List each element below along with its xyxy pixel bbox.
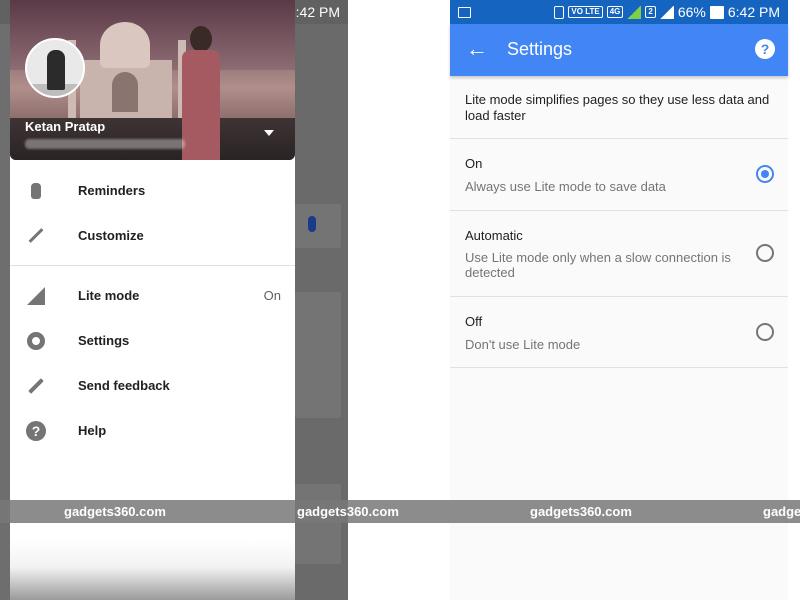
option-subtitle: Always use Lite mode to save data xyxy=(465,179,666,194)
status-icons: VO LTE 4G 2 66% 6:42 PM xyxy=(554,4,780,20)
header-photo-person xyxy=(180,26,220,160)
radio-automatic[interactable] xyxy=(756,244,774,262)
screenshot-root: VO LTE 4G 2 66% 6:42 PM xyxy=(0,0,800,600)
help-icon[interactable]: ? xyxy=(755,39,775,59)
watermark-text: gadge xyxy=(763,504,800,519)
menu-item-label: Help xyxy=(78,423,107,438)
lite-mode-description: Lite mode simplifies pages so they use l… xyxy=(465,92,770,123)
account-header[interactable]: Ketan Pratap xyxy=(10,0,295,160)
help-icon: ? xyxy=(26,420,46,441)
option-title: Automatic xyxy=(465,228,523,243)
watermark-text: gadgets360.com xyxy=(530,504,632,519)
watermark-strip: gadgets360.com gadgets360.com gadgets360… xyxy=(0,500,800,523)
menu-item-send-feedback[interactable]: Send feedback xyxy=(10,363,295,408)
watermark-text: gadgets360.com xyxy=(297,504,399,519)
background-search-card xyxy=(295,204,341,248)
vibrate-icon xyxy=(554,5,565,19)
menu-item-settings[interactable]: Settings xyxy=(10,318,295,363)
option-subtitle: Use Lite mode only when a slow connectio… xyxy=(465,250,731,280)
account-email-blurred xyxy=(25,139,185,149)
battery-percent: 66% xyxy=(677,4,706,20)
status-bar: VO LTE 4G 2 66% 6:42 PM xyxy=(450,0,788,24)
menu-item-help[interactable]: ? Help xyxy=(10,408,295,453)
network-type-icon: 4G xyxy=(606,6,624,18)
header-photo xyxy=(100,22,150,68)
account-name: Ketan Pratap xyxy=(25,119,106,134)
watermark-text: gadgets360.com xyxy=(64,504,166,519)
mic-icon xyxy=(308,216,316,232)
divider xyxy=(450,367,788,368)
gear-icon xyxy=(26,331,46,351)
option-subtitle: Don't use Lite mode xyxy=(465,337,581,352)
gallery-notification-icon xyxy=(458,6,471,18)
chevron-down-icon[interactable] xyxy=(264,130,274,136)
app-bar: ← Settings ? xyxy=(450,24,788,76)
menu-item-customize[interactable]: Customize xyxy=(10,213,295,258)
reminders-icon xyxy=(26,181,46,201)
lite-mode-icon xyxy=(26,286,46,306)
menu-divider xyxy=(10,265,295,266)
menu-item-lite-mode[interactable]: Lite mode On xyxy=(10,273,295,318)
radio-on[interactable] xyxy=(756,165,774,183)
option-title: On xyxy=(465,156,483,171)
customize-wand-icon xyxy=(26,226,46,246)
option-on[interactable]: On Always use Lite mode to save data xyxy=(450,139,788,210)
menu-item-label: Reminders xyxy=(78,183,146,198)
arrow-back-icon[interactable]: ← xyxy=(466,38,490,62)
menu-item-label: Send feedback xyxy=(78,378,170,393)
radio-off[interactable] xyxy=(756,323,774,341)
sim2-icon: 2 xyxy=(645,6,656,18)
battery-icon xyxy=(709,5,724,19)
background-card xyxy=(295,484,341,564)
pencil-icon xyxy=(26,376,46,396)
drawer-bottom xyxy=(10,540,295,600)
volte-icon: VO LTE xyxy=(568,6,603,18)
lite-mode-status: On xyxy=(263,288,281,303)
signal-icon xyxy=(659,5,674,19)
menu-item-label: Customize xyxy=(78,228,144,243)
signal-icon xyxy=(627,5,642,19)
drawer-menu: Reminders Customize Lite mode On Setting… xyxy=(10,160,295,453)
clock: 6:42 PM xyxy=(727,4,780,20)
menu-item-reminders[interactable]: Reminders xyxy=(10,168,295,213)
menu-item-label: Lite mode xyxy=(78,288,140,303)
menu-item-label: Settings xyxy=(78,333,130,348)
page-title: Settings xyxy=(507,39,573,59)
option-title: Off xyxy=(465,314,483,329)
clock: 6:42 PM xyxy=(287,4,340,20)
option-off[interactable]: Off Don't use Lite mode xyxy=(450,297,788,367)
background-card xyxy=(295,292,341,418)
header-photo xyxy=(112,72,138,112)
avatar[interactable] xyxy=(25,38,85,98)
option-automatic[interactable]: Automatic Use Lite mode only when a slow… xyxy=(450,211,788,296)
